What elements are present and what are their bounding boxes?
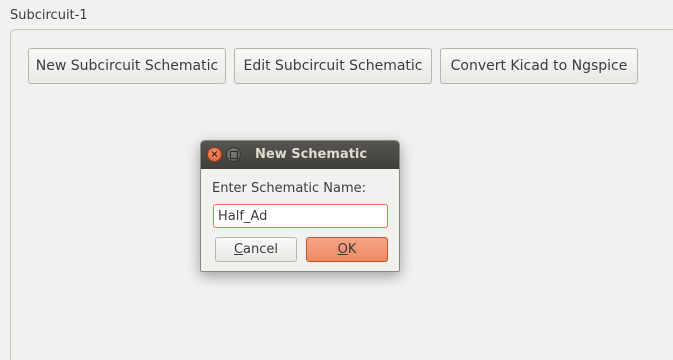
edit-subcircuit-schematic-button[interactable]: Edit Subcircuit Schematic	[234, 48, 432, 84]
schematic-name-input[interactable]	[213, 204, 388, 228]
subcircuit-window: Subcircuit-1 New Subcircuit Schematic Ed…	[0, 0, 673, 360]
group-title: Subcircuit-1	[10, 8, 88, 23]
dialog-title: New Schematic	[255, 147, 368, 162]
cancel-button[interactable]: Cancel	[215, 237, 297, 262]
ok-mnemonic: O	[337, 242, 348, 257]
maximize-icon[interactable]	[226, 147, 241, 162]
ok-label-rest: K	[347, 242, 357, 257]
cancel-label-rest: ancel	[243, 242, 279, 257]
schematic-name-label: Enter Schematic Name:	[212, 181, 367, 196]
new-schematic-dialog: × New Schematic Enter Schematic Name: Ca…	[200, 140, 400, 272]
convert-kicad-to-ngspice-button[interactable]: Convert Kicad to Ngspice	[440, 48, 638, 84]
new-subcircuit-schematic-button[interactable]: New Subcircuit Schematic	[28, 48, 226, 84]
close-icon[interactable]: ×	[207, 147, 222, 162]
dialog-titlebar[interactable]: × New Schematic	[201, 141, 399, 169]
cancel-mnemonic: C	[233, 242, 244, 257]
ok-button[interactable]: OK	[306, 237, 388, 262]
